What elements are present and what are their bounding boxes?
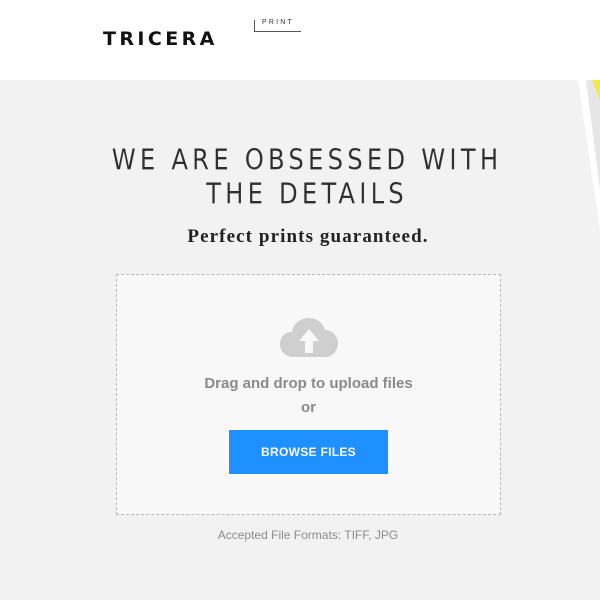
drag-drop-text: Drag and drop to upload files (204, 375, 413, 392)
headline-line-2: THE DETAILS (206, 178, 408, 211)
logo-wordmark: TRICERA (103, 28, 218, 50)
upload-dropzone[interactable]: Drag and drop to upload files or BROWSE … (116, 274, 501, 515)
logo-subtext: PRINT (262, 19, 294, 26)
browse-files-button[interactable]: BROWSE FILES (229, 430, 388, 474)
page-headline: WE ARE OBSESSED WITH THE DETAILS (0, 144, 600, 212)
site-header: TRICERA PRINT (0, 0, 600, 80)
tagline: Perfect prints guaranteed. (187, 226, 429, 247)
main-content: WE ARE OBSESSED WITH THE DETAILS Perfect… (0, 80, 600, 600)
accepted-formats-text: Accepted File Formats: TIFF, JPG (217, 528, 399, 542)
cloud-upload-icon (280, 318, 338, 357)
headline-line-1: WE ARE OBSESSED WITH (111, 144, 503, 177)
or-text: or (301, 399, 316, 416)
